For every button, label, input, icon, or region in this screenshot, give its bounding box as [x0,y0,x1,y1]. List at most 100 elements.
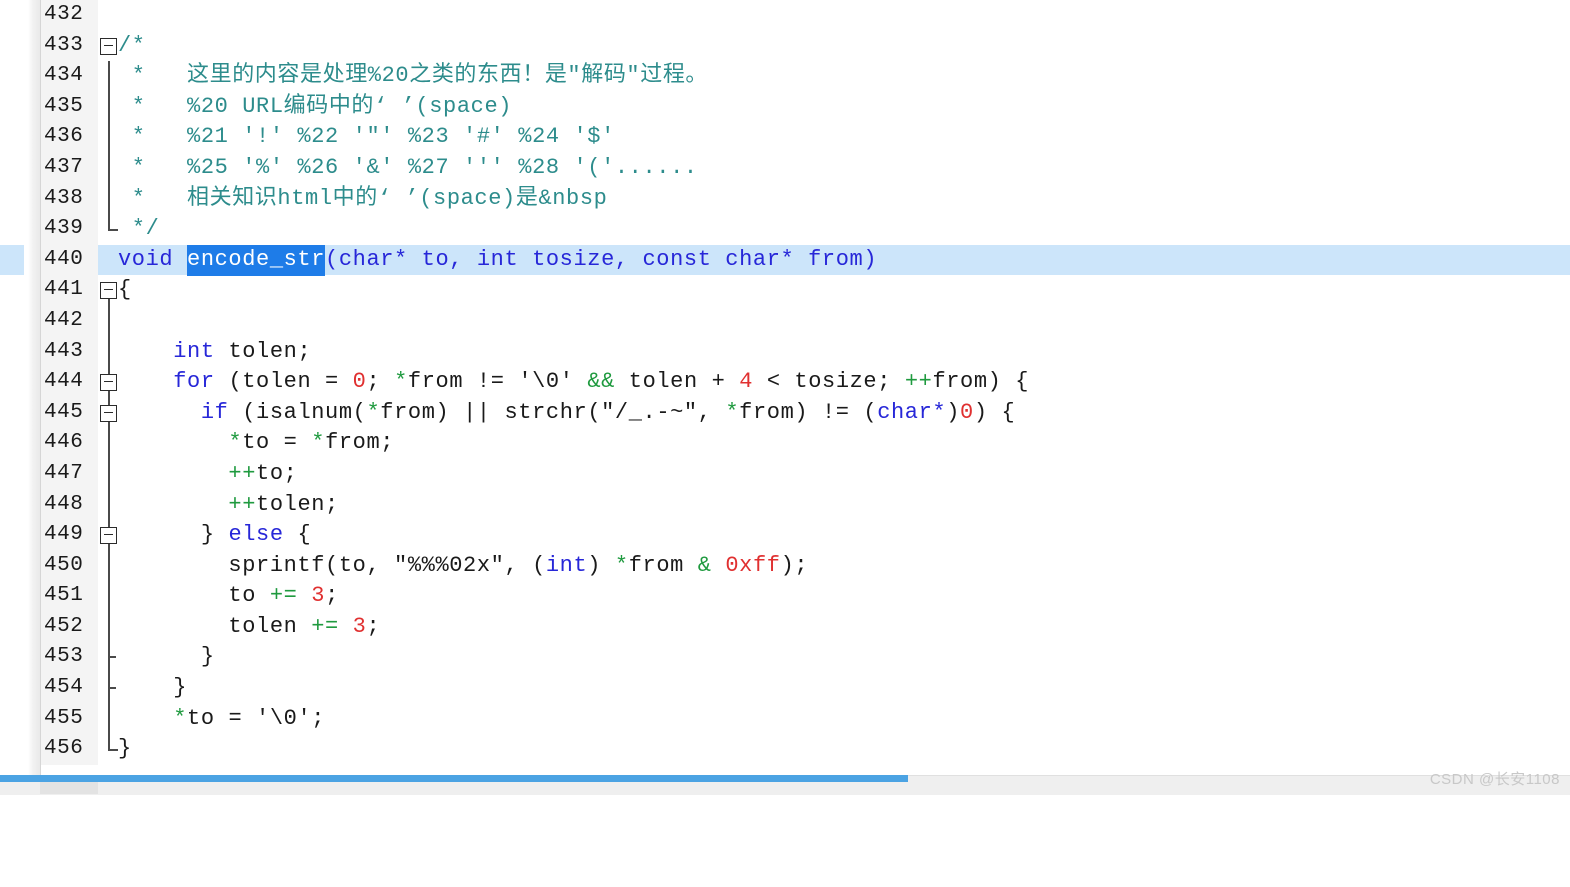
fold-column[interactable] [98,734,120,765]
line-content[interactable]: { [118,275,132,306]
code-line[interactable]: 455 *to = '\0'; [0,703,1570,735]
line-content[interactable]: } [118,734,132,765]
line-content[interactable]: } [118,642,215,673]
line-content[interactable]: to += 3; [118,581,339,612]
breakpoint-margin[interactable] [28,0,41,775]
code-line[interactable]: 432 [0,0,1570,31]
line-content[interactable]: * %21 '!' %22 '"' %23 '#' %24 '$' [118,122,615,153]
line-content[interactable]: int tolen; [118,337,311,368]
line-content[interactable]: *to = '\0'; [118,704,325,735]
fold-collapse-icon[interactable] [100,374,117,392]
fold-column[interactable] [98,122,120,153]
code-line[interactable]: 441 { [0,275,1570,307]
fold-collapse-icon[interactable] [100,37,117,55]
line-content[interactable]: void encode_str(char* to, int tosize, co… [118,244,877,276]
code-line[interactable]: 456 } [0,734,1570,765]
number-literal: 4 [739,369,754,395]
line-content[interactable]: sprintf(to, "%%%02x", (int) *from & 0xff… [118,551,808,582]
line-number: 441 [40,275,98,306]
fold-column[interactable] [98,642,120,674]
fold-column[interactable] [98,703,120,735]
fold-column[interactable] [98,367,120,398]
code-line[interactable]: 438 * 相关知识html中的‘ ’(space)是&nbsp [0,183,1570,215]
increment-target: to; [256,460,298,486]
code-line[interactable]: 436 * %21 '!' %22 '"' %23 '#' %24 '$' [0,122,1570,153]
fold-column[interactable] [98,397,120,429]
code-line[interactable]: 450 sprintf(to, "%%%02x", (int) *from & … [0,550,1570,582]
code-line[interactable]: 435 * %20 URL编码中的‘ ’(space) [0,91,1570,123]
fold-guide-line [108,305,110,337]
line-content[interactable]: * 相关知识html中的‘ ’(space)是&nbsp [118,184,607,215]
fold-column[interactable] [98,520,120,551]
line-content[interactable]: ++to; [118,459,297,490]
fold-column[interactable] [98,214,120,245]
line-content[interactable]: * 这里的内容是处理%20之类的东西！是"解码"过程。 [118,61,708,92]
code-line[interactable]: 444 for (tolen = 0; *from != '\0' && tol… [0,367,1570,398]
fold-column[interactable] [98,336,120,368]
fold-column[interactable] [98,152,120,184]
code-line[interactable]: 437 * %25 '%' %26 '&' %27 ''' %28 '('...… [0,152,1570,184]
line-content[interactable]: tolen += 3; [118,612,380,643]
fold-collapse-icon[interactable] [100,527,117,545]
if-cond1: (isalnum( [228,399,367,425]
code-line[interactable]: 445 if (isalnum(*from) || strchr("/_.-~"… [0,397,1570,429]
line-content[interactable]: * %20 URL编码中的‘ ’(space) [118,92,512,123]
code-editor[interactable]: 432 433 /* 434 * 这里的内容是处理%20之类的东西！是"解码"过… [0,0,1570,795]
line-content[interactable]: *to = *from; [118,428,394,459]
code-line[interactable]: 442 [0,305,1570,337]
line-content[interactable]: } [118,673,187,704]
fold-collapse-icon[interactable] [100,282,117,300]
fold-column[interactable] [98,31,120,62]
code-line[interactable]: 434 * 这里的内容是处理%20之类的东西！是"解码"过程。 [0,61,1570,92]
fold-guide-line [108,489,110,521]
line-number: 452 [40,611,98,643]
fold-column[interactable] [98,458,120,490]
fold-column[interactable] [98,611,120,643]
code-line[interactable]: 451 to += 3; [0,581,1570,612]
fold-column[interactable] [98,305,120,337]
line-content[interactable]: if (isalnum(*from) || strchr("/_.-~", *f… [118,398,1015,429]
fold-guide-line [108,550,110,582]
code-line[interactable]: 453 } [0,642,1570,674]
fold-column[interactable] [98,673,120,704]
code-surface[interactable]: 432 433 /* 434 * 这里的内容是处理%20之类的东西！是"解码"过… [0,0,1570,775]
line-content[interactable]: */ [118,214,159,245]
increment-target: tolen; [256,491,339,517]
line-content[interactable]: } else { [118,520,311,551]
scrollbar-corner [40,782,98,794]
assign-lhs: to [228,583,270,609]
hex-literal: 0xff [725,552,781,578]
horizontal-scrollbar-thumb[interactable] [0,775,908,782]
fold-column[interactable] [98,245,120,276]
code-line[interactable]: 433 /* [0,30,1570,62]
line-content[interactable]: /* [118,31,146,62]
fold-column[interactable] [98,0,120,31]
line-content[interactable]: ++tolen; [118,490,339,521]
code-line[interactable]: 454 } [0,673,1570,704]
fold-column[interactable] [98,581,120,612]
fold-column[interactable] [98,183,120,215]
fold-guide-line [108,122,110,153]
code-line[interactable]: 449 } else { [0,520,1570,551]
fold-column[interactable] [98,428,120,459]
line-number: 432 [40,0,98,31]
code-line[interactable]: 439 */ [0,214,1570,245]
code-line[interactable]: 448 ++tolen; [0,489,1570,521]
selected-identifier[interactable]: encode_str [187,244,326,276]
fold-collapse-icon[interactable] [100,404,117,422]
code-line[interactable]: 443 int tolen; [0,336,1570,368]
fold-guide-line [108,703,110,735]
line-content[interactable]: for (tolen = 0; *from != '\0' && tolen +… [118,367,1029,398]
code-line[interactable]: 447 ++to; [0,458,1570,490]
operator-deref: * [614,552,629,578]
fold-column[interactable] [98,61,120,92]
fold-column[interactable] [98,550,120,582]
fold-column[interactable] [98,275,120,307]
code-line[interactable]: 452 tolen += 3; [0,611,1570,643]
code-line[interactable]: 446 *to = *from; [0,428,1570,459]
code-line-current[interactable]: 440 void encode_str(char* to, int tosize… [0,244,1570,276]
fold-column[interactable] [98,489,120,521]
line-content[interactable]: * %25 '%' %26 '&' %27 ''' %28 '('...... [118,153,698,184]
fold-column[interactable] [98,91,120,123]
